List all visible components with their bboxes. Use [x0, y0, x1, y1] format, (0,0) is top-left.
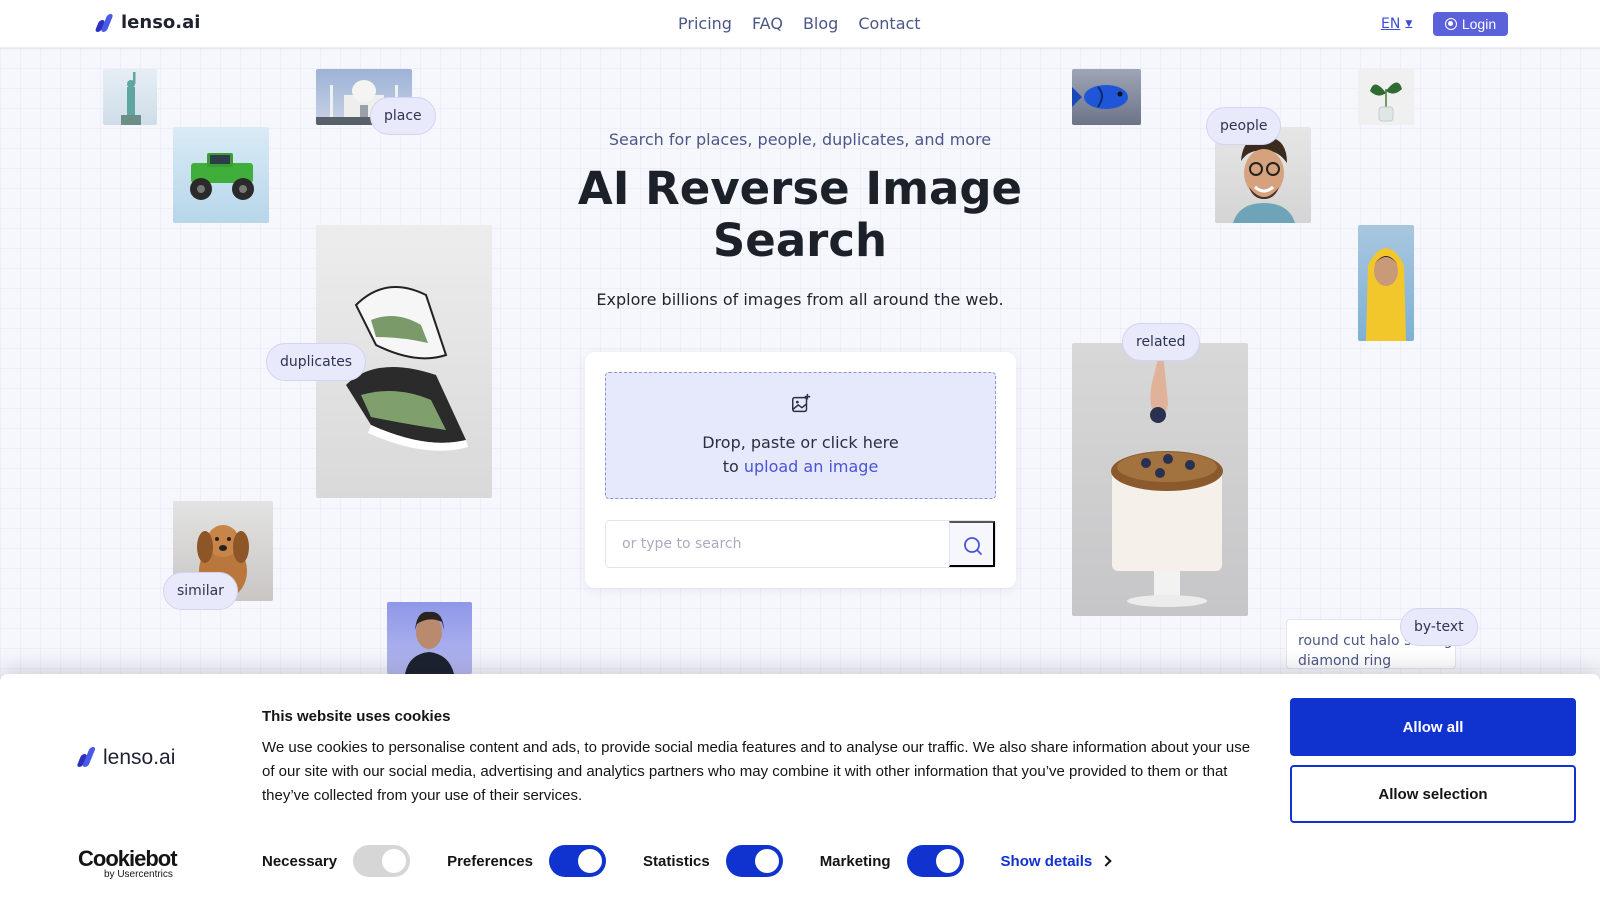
- cookie-banner-brand-name: lenso.ai: [103, 746, 176, 769]
- main-nav: Pricing FAQ Blog Contact: [678, 14, 921, 33]
- search-icon: [964, 537, 982, 555]
- add-image-icon: [792, 393, 811, 413]
- consent-necessary: Necessary: [262, 845, 411, 877]
- cookie-banner-text: We use cookies to personalise content an…: [262, 739, 1251, 804]
- blue-fish-image: [1072, 69, 1141, 125]
- consent-toggles: Necessary Preferences Statistics Marketi…: [262, 845, 1112, 877]
- text-search-row: [605, 520, 996, 568]
- consent-marketing-label: Marketing: [819, 852, 891, 870]
- plant-in-vase-image: [1358, 69, 1414, 125]
- tag-place: place: [370, 97, 436, 135]
- nav-pricing-link[interactable]: Pricing: [678, 14, 732, 33]
- brand-name: lenso.ai: [121, 12, 201, 33]
- nav-blog-link[interactable]: Blog: [803, 14, 838, 33]
- lenso-logo-icon: [76, 747, 97, 767]
- blueberry-cake-image: [1072, 343, 1248, 616]
- allow-all-button[interactable]: Allow all: [1290, 698, 1576, 756]
- show-details-link[interactable]: Show details: [1000, 852, 1112, 870]
- chevron-down-icon: ▼: [1405, 19, 1413, 29]
- statue-of-liberty-image: [103, 69, 157, 125]
- consent-necessary-label: Necessary: [262, 852, 338, 870]
- woman-portrait-image: [387, 602, 472, 674]
- show-details-label: Show details: [1000, 852, 1093, 870]
- login-button[interactable]: Login: [1433, 12, 1508, 36]
- nav-faq-link[interactable]: FAQ: [752, 14, 783, 33]
- person-yellow-hood-image: [1358, 225, 1414, 341]
- lenso-logo-icon: [94, 13, 115, 32]
- marketing-toggle[interactable]: [906, 845, 964, 877]
- dropzone-instruction-line2: to upload an image: [606, 457, 995, 476]
- search-card: Drop, paste or click here to upload an i…: [585, 352, 1016, 588]
- preferences-toggle[interactable]: [548, 845, 606, 877]
- dropzone-instruction: Drop, paste or click here: [702, 433, 899, 452]
- brand-logo[interactable]: lenso.ai: [94, 12, 201, 33]
- page-title: AI Reverse Image Search: [577, 162, 1023, 267]
- consent-marketing: Marketing: [820, 845, 964, 877]
- upload-image-link[interactable]: upload an image: [744, 457, 878, 476]
- allow-selection-button[interactable]: Allow selection: [1290, 765, 1576, 823]
- statistics-toggle[interactable]: [725, 845, 783, 877]
- consent-statistics: Statistics: [643, 845, 783, 877]
- cookie-banner-title: This website uses cookies: [262, 708, 451, 725]
- search-submit-button[interactable]: [949, 521, 995, 567]
- consent-preferences: Preferences: [447, 845, 606, 877]
- login-label: Login: [1461, 16, 1497, 32]
- text-search-input[interactable]: [606, 521, 949, 567]
- dropzone-prefix: to: [722, 457, 739, 476]
- consent-preferences-label: Preferences: [447, 852, 533, 870]
- image-upload-dropzone[interactable]: Drop, paste or click here to upload an i…: [605, 372, 996, 499]
- language-selector[interactable]: EN ▼: [1381, 16, 1412, 32]
- cookie-banner-brand-logo: lenso.ai: [76, 746, 176, 770]
- nav-contact-link[interactable]: Contact: [858, 14, 920, 33]
- consent-statistics-label: Statistics: [642, 852, 710, 870]
- language-code: EN: [1381, 16, 1401, 32]
- tag-similar: similar: [163, 572, 238, 610]
- user-icon: [1444, 18, 1457, 30]
- cookiebot-logo[interactable]: Cookiebot by Usercentrics: [78, 846, 178, 880]
- cookie-consent-banner: lenso.ai Cookiebot by Usercentrics This …: [0, 674, 1600, 900]
- necessary-toggle: [353, 845, 411, 877]
- hero-eyebrow: Search for places, people, duplicates, a…: [608, 130, 992, 149]
- hero-subtitle: Explore billions of images from all arou…: [596, 290, 1004, 309]
- tag-people: people: [1206, 107, 1282, 145]
- tag-related: related: [1122, 323, 1200, 361]
- top-navigation-bar: lenso.ai Pricing FAQ Blog Contact EN ▼ L…: [0, 0, 1600, 48]
- monster-truck-image: [173, 127, 269, 223]
- tag-by-text: by-text: [1400, 608, 1478, 646]
- tag-duplicates: duplicates: [266, 343, 367, 381]
- chevron-right-icon: [1100, 855, 1112, 867]
